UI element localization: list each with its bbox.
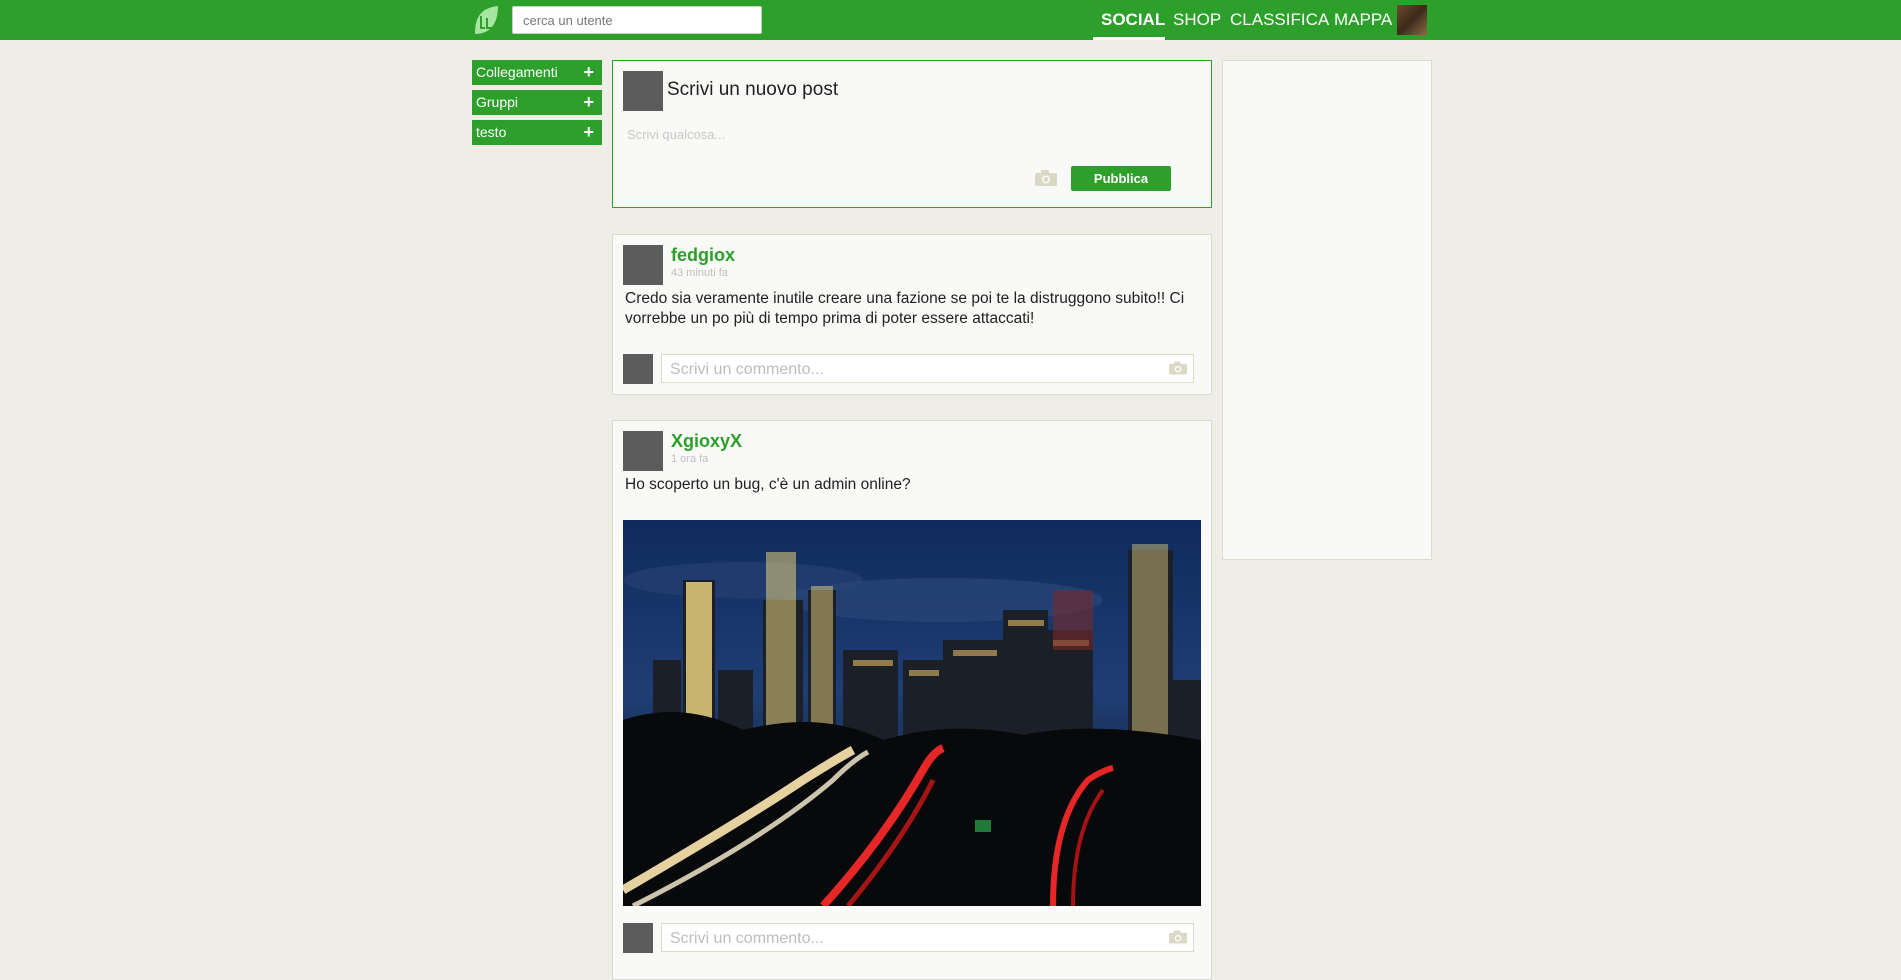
plus-icon[interactable]: + <box>583 90 594 115</box>
comment-avatar <box>623 923 653 953</box>
plus-icon[interactable]: + <box>583 120 594 145</box>
sidebar-item-gruppi[interactable]: Gruppi + <box>472 90 602 115</box>
sidebar-item-label: testo <box>476 124 507 140</box>
user-search-input[interactable] <box>512 6 762 34</box>
sidebar-item-collegamenti[interactable]: Collegamenti + <box>472 60 602 85</box>
leaf-logo-icon[interactable] <box>472 4 500 36</box>
comment-input[interactable] <box>668 924 1152 953</box>
camera-icon[interactable] <box>1035 170 1057 186</box>
post-author[interactable]: XgioxyX <box>671 431 742 452</box>
comment-input[interactable] <box>668 355 1152 384</box>
post-text: Credo sia veramente inutile creare una f… <box>625 290 1185 327</box>
sidebar-item-testo[interactable]: testo + <box>472 120 602 145</box>
post-card: XgioxyX 1 ora fa Ho scoperto un bug, c'è… <box>612 420 1212 980</box>
avatar[interactable] <box>623 245 663 285</box>
active-tab-indicator <box>1093 37 1165 40</box>
post-card: fedgiox 43 minuti fa Credo sia veramente… <box>612 234 1212 395</box>
post-text-input[interactable] <box>625 121 1189 147</box>
post-text: Ho scoperto un bug, c'è un admin online? <box>625 476 911 493</box>
user-avatar[interactable] <box>1397 5 1427 35</box>
sidebar-item-label: Gruppi <box>476 94 519 110</box>
camera-icon[interactable] <box>1169 361 1187 375</box>
post-image[interactable] <box>623 520 1201 906</box>
post-timestamp: 1 ora fa <box>671 453 709 465</box>
post-composer: Scrivi un nuovo post Pubblica <box>612 60 1212 208</box>
post-author[interactable]: fedgiox <box>671 245 735 266</box>
top-bar: SOCIAL SHOP CLASSIFICA MAPPA <box>0 0 1901 40</box>
publish-button[interactable]: Pubblica <box>1071 166 1171 191</box>
plus-icon[interactable]: + <box>583 60 594 85</box>
nav-shop[interactable]: SHOP <box>1173 0 1221 40</box>
city-skyline-image <box>623 520 1201 906</box>
camera-icon[interactable] <box>1169 930 1187 944</box>
comment-box <box>661 923 1194 953</box>
nav-social[interactable]: SOCIAL <box>1101 0 1165 40</box>
sidebar-item-label: Collegamenti <box>476 64 558 80</box>
composer-title: Scrivi un nuovo post <box>667 79 839 100</box>
post-timestamp: 43 minuti fa <box>671 267 728 279</box>
comment-avatar <box>623 354 653 384</box>
nav-mappa[interactable]: MAPPA <box>1334 0 1392 40</box>
comment-box <box>661 354 1194 384</box>
avatar[interactable] <box>623 431 663 471</box>
avatar <box>623 71 663 111</box>
nav-classifica[interactable]: CLASSIFICA <box>1230 0 1329 40</box>
right-sidebar-panel <box>1222 60 1432 560</box>
